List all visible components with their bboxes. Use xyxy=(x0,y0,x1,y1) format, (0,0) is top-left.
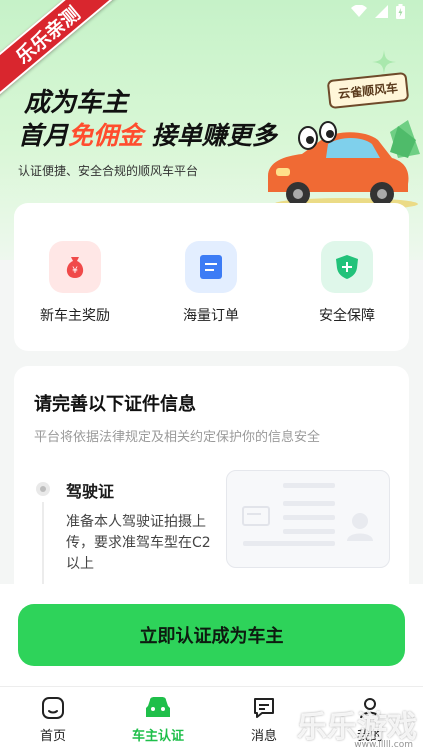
signal-icon xyxy=(375,5,388,18)
benefit-safety[interactable]: 安全保障 xyxy=(287,241,407,325)
shield-plus-icon xyxy=(321,241,373,293)
verify-become-driver-button[interactable]: 立即认证成为车主 xyxy=(18,604,405,666)
hero-title: 成为车主 xyxy=(24,88,129,118)
section-subtitle: 平台将依据法律规定及相关约定保护你的信息安全 xyxy=(34,430,321,445)
tab-messages[interactable]: 消息 xyxy=(219,695,309,744)
id-card-icon xyxy=(242,483,373,546)
message-icon xyxy=(254,698,274,718)
cta-area: 立即认证成为车主 xyxy=(0,584,423,686)
benefit-massive-orders[interactable]: 海量订单 xyxy=(151,241,271,325)
step-title-driver-license: 驾驶证 xyxy=(66,482,115,501)
money-bag-icon: ¥ xyxy=(49,241,101,293)
section-title: 请完善以下证件信息 xyxy=(34,394,196,415)
tab-home[interactable]: 首页 xyxy=(8,695,98,744)
status-bar xyxy=(351,4,405,19)
home-icon xyxy=(42,697,64,719)
tab-driver-verification[interactable]: 车主认证 xyxy=(113,695,203,744)
brand-tag: 云雀顺风车 xyxy=(326,71,410,110)
tab-label: 首页 xyxy=(39,729,66,744)
certificate-info-card: 请完善以下证件信息 平台将依据法律规定及相关约定保护你的信息安全 驾驶证 准备本… xyxy=(14,366,409,606)
hero-headline: 首月免佣金 接单赚更多 xyxy=(18,121,277,150)
tab-label: 车主认证 xyxy=(131,729,184,744)
benefit-label: 新车主奖励 xyxy=(40,308,110,324)
benefit-label: 安全保障 xyxy=(319,308,375,324)
license-upload-placeholder[interactable] xyxy=(226,470,390,568)
sparkle-icon xyxy=(372,50,396,74)
step-indicator xyxy=(36,482,50,496)
benefit-label: 海量订单 xyxy=(183,308,239,324)
step-description: 准备本人驾驶证拍摄上传，要求准驾车型在C2以上 xyxy=(66,514,211,572)
battery-icon xyxy=(396,4,405,19)
svg-text:¥: ¥ xyxy=(72,266,78,276)
car-icon xyxy=(146,697,170,717)
bottom-tab-bar: 首页 车主认证 消息 我的 乐乐游戏 www.lllll.com xyxy=(0,686,423,752)
tab-label: 消息 xyxy=(250,729,277,744)
site-watermark-url: www.lllll.com xyxy=(354,740,413,750)
order-list-icon xyxy=(185,241,237,293)
benefits-card: ¥ 新车主奖励 海量订单 安全保障 xyxy=(14,203,409,351)
car-illustration xyxy=(268,120,420,210)
hero-subtitle: 认证便捷、安全合规的顺风车平台 xyxy=(18,164,199,178)
benefit-new-driver-reward[interactable]: ¥ 新车主奖励 xyxy=(15,241,135,325)
wifi-icon xyxy=(351,5,367,17)
